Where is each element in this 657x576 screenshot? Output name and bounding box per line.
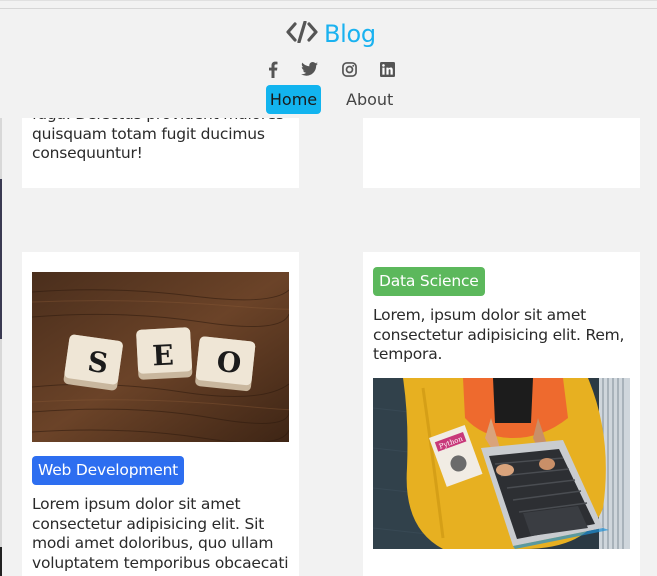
post-excerpt: Lorem, ipsum dolor sit amet consectetur … [373, 306, 625, 363]
category-badge-web-development[interactable]: Web Development [32, 456, 185, 485]
nav-home[interactable]: Home [266, 85, 321, 114]
social-links [262, 59, 398, 81]
nav-about[interactable]: About [346, 85, 393, 114]
category-badge-data-science[interactable]: Data Science [373, 267, 485, 296]
post-card-data-science[interactable]: Data Science Lorem, ipsum dolor sit amet… [363, 252, 640, 576]
brand-link[interactable]: Blog [286, 19, 376, 49]
instagram-icon[interactable] [340, 59, 358, 79]
facebook-icon[interactable] [264, 59, 282, 79]
post-image-seo[interactable]: S E O [32, 272, 289, 442]
linkedin-icon[interactable] [378, 59, 396, 79]
left-edge-dark-segment [0, 179, 2, 339]
left-edge-dark-segment-bottom [0, 547, 2, 576]
twitter-icon[interactable] [300, 59, 318, 79]
header-top-border [0, 8, 657, 9]
laptop-image: Python [373, 378, 630, 549]
post-excerpt: Lorem ipsum dolor sit amet consectetur a… [32, 495, 289, 572]
post-image-laptop[interactable]: Python [373, 378, 630, 549]
brand-title: Blog [324, 20, 376, 48]
seo-tiles-image: S E O [32, 272, 289, 442]
code-icon [286, 20, 318, 47]
seo-tile-letter: E [152, 338, 175, 372]
site-header: Blog Home About [0, 0, 657, 118]
post-card-web-development[interactable]: S E O Web Development Lorem ipsum dolor … [22, 252, 299, 576]
seo-tile-letter: O [215, 345, 243, 380]
